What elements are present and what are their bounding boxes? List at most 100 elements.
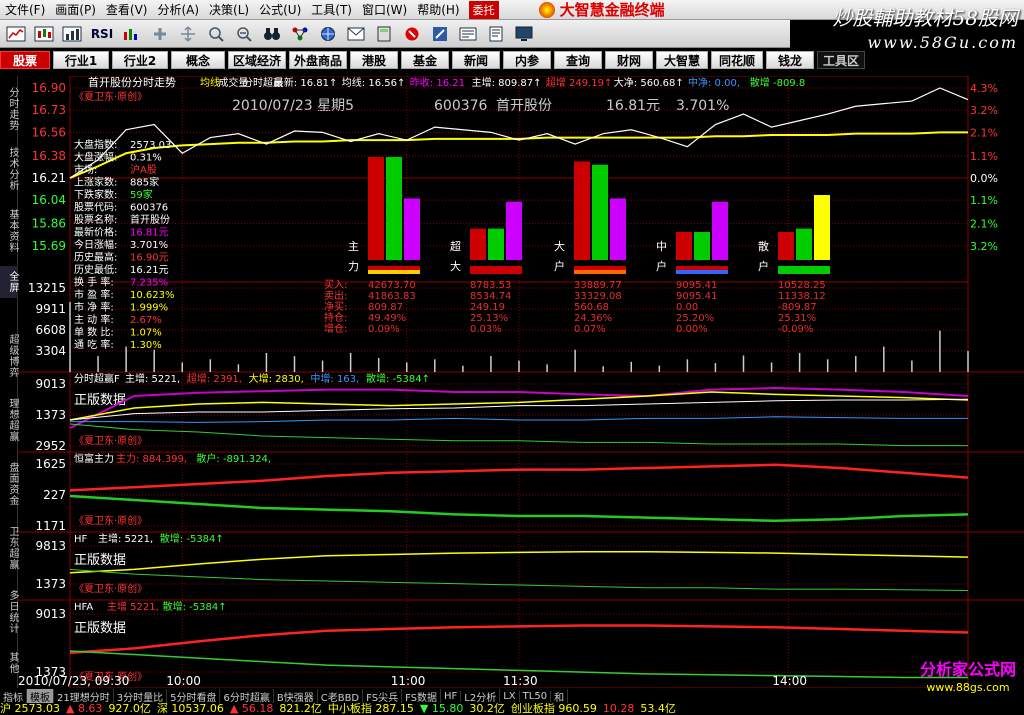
indicator-tab[interactable]: 模板	[27, 688, 54, 704]
flow-stat: 0.00	[676, 302, 698, 313]
info-label: 历史最高:	[74, 251, 117, 264]
flow-stripe	[574, 266, 626, 270]
indicator-tab[interactable]: 3分时量比	[114, 688, 168, 704]
menu-view[interactable]: 查看(V)	[101, 1, 153, 18]
document-icon[interactable]	[484, 24, 508, 44]
menu-analysis[interactable]: 分析(A)	[152, 1, 204, 18]
globe-icon[interactable]	[316, 24, 340, 44]
header-item-7: 超增 249.19↑	[546, 76, 613, 89]
brand-logo-icon	[538, 1, 555, 18]
indicator-tab[interactable]: L2分析	[461, 688, 501, 704]
block-tab-news[interactable]: 新闻	[452, 51, 500, 69]
panel3-item: 散增: -5384↑	[160, 532, 224, 545]
vtab-other[interactable]: 其他	[0, 648, 18, 678]
block-tab-industry1[interactable]: 行业1	[53, 51, 109, 69]
zoom-out-icon[interactable]	[232, 24, 256, 44]
indicator-tab[interactable]: 和	[551, 688, 569, 704]
block-tab-ths[interactable]: 同花顺	[711, 51, 763, 69]
chart-header-title: 首开股份分时走势	[88, 76, 176, 89]
panel3-author: 《夏卫东·原创》	[74, 582, 147, 595]
vtab-weidong[interactable]: 卫东超赢	[0, 520, 18, 576]
vtab-intraday[interactable]: 分时走势	[0, 82, 18, 136]
menu-formula[interactable]: 公式(U)	[254, 1, 306, 18]
flow-stat: 8534.74	[470, 291, 511, 302]
indicator-tab[interactable]: FS数据	[402, 688, 442, 704]
info-label: 通 吃 率:	[74, 338, 114, 351]
flow-stat: 0.09%	[368, 324, 400, 335]
indicator-tab[interactable]: HF	[441, 690, 462, 702]
block-tab-region[interactable]: 区域经济	[228, 51, 286, 69]
indicator-tab[interactable]: 指标	[0, 688, 27, 704]
indicator-tab[interactable]: FS尖兵	[363, 688, 403, 704]
flow-stat: 249.19	[470, 302, 505, 313]
vtab-fullscreen[interactable]: 全屏	[0, 266, 18, 298]
menu-window[interactable]: 窗口(W)	[357, 1, 412, 18]
block-tab-industry2[interactable]: 行业2	[112, 51, 168, 69]
status-item: 创业板指 960.59	[510, 703, 597, 715]
flow-label-bottom: 力	[348, 260, 359, 273]
indicator-tab[interactable]: B快强器	[274, 688, 318, 704]
rsi-indicator-button[interactable]: RSI	[88, 24, 116, 44]
indicator-tab[interactable]: 6分时超赢	[220, 688, 274, 704]
vtab-ideal-super[interactable]: 理想超赢	[0, 392, 18, 448]
indicator-bars-icon[interactable]	[120, 24, 144, 44]
kline-chart-icon[interactable]	[32, 24, 56, 44]
menu-tools[interactable]: 工具(T)	[306, 1, 357, 18]
network-icon[interactable]	[288, 24, 312, 44]
newspaper-icon[interactable]	[456, 24, 480, 44]
block-tab-insider[interactable]: 内参	[503, 51, 551, 69]
chart-area[interactable]: 首开股份分时走势 均线 成交量 分时超赢 最新: 16.81↑ 均线: 16.56↑ 昨收:…	[18, 75, 1024, 689]
trend-chart-icon[interactable]	[4, 24, 28, 44]
plus-icon[interactable]	[148, 24, 172, 44]
indicator-tab[interactable]: C老BBD	[318, 688, 364, 704]
intraday-chart[interactable]: 首开股份分时走势 均线成交量分时超赢最新: 16.81↑ 均线: 16.56↑ 昨收:…	[18, 75, 1024, 689]
vtab-fundamental[interactable]: 基本资料	[0, 204, 18, 258]
monitor-icon[interactable]	[512, 24, 536, 44]
menu-help[interactable]: 帮助(H)	[412, 1, 464, 18]
zoom-in-icon[interactable]	[204, 24, 228, 44]
block-tab-qianlong[interactable]: 钱龙	[766, 51, 814, 69]
block-tab-dzh[interactable]: 大智慧	[656, 51, 708, 69]
stock-date: 2010/07/23 星期5	[232, 98, 354, 114]
price-tick: 16.38	[32, 149, 66, 163]
block-tab-query[interactable]: 查询	[554, 51, 602, 69]
flow-label-top: 大	[554, 239, 565, 253]
pen-icon[interactable]	[428, 24, 452, 44]
menu-view-screen[interactable]: 画面(P)	[50, 1, 101, 18]
vtab-multi-day[interactable]: 多日统计	[0, 584, 18, 640]
info-value: 沪A股	[130, 163, 157, 176]
indicator-tab[interactable]: TL50	[520, 690, 552, 702]
trust-button[interactable]: 委托	[468, 0, 499, 19]
block-tab-stocks[interactable]: 股票	[0, 51, 50, 69]
flow-bar	[796, 228, 812, 260]
vtab-super-game[interactable]: 超级博弈	[0, 328, 18, 384]
block-tab-concept[interactable]: 概念	[171, 51, 225, 69]
menu-file[interactable]: 文件(F)	[0, 1, 50, 18]
binoculars-icon[interactable]	[260, 24, 284, 44]
menu-decision[interactable]: 决策(L)	[204, 1, 254, 18]
red-circle-icon[interactable]	[400, 24, 424, 44]
panel1-watermark: 正版数据	[74, 393, 126, 408]
vtab-technical[interactable]: 技术分析	[0, 142, 18, 196]
price-tick: 16.21	[32, 171, 66, 185]
info-label: 大盘涨幅:	[74, 151, 117, 164]
panel1-item: 超增: 2391,	[187, 372, 242, 385]
bar-chart-icon[interactable]	[60, 24, 84, 44]
volume-tick: 3304	[35, 344, 66, 358]
indicator-tab[interactable]: 5分时看盘	[167, 688, 221, 704]
block-tab-fund[interactable]: 基金	[401, 51, 449, 69]
block-tab-tools[interactable]: 工具区	[817, 51, 865, 69]
calculator-icon[interactable]	[372, 24, 396, 44]
panel1-axis: 9013	[35, 377, 66, 391]
block-tab-finance-web[interactable]: 财网	[605, 51, 653, 69]
flow-bar	[610, 198, 626, 260]
mail-icon[interactable]	[344, 24, 368, 44]
indicator-tab[interactable]: LX	[500, 690, 520, 702]
vtab-capital[interactable]: 盘面资金	[0, 456, 18, 512]
cross-arrows-icon[interactable]	[176, 24, 200, 44]
flow-bar	[592, 164, 608, 260]
block-tab-foreign-commodity[interactable]: 外盘商品	[289, 51, 347, 69]
flow-bar	[712, 201, 728, 260]
indicator-tab[interactable]: 21理想分时	[54, 688, 114, 704]
block-tab-hk[interactable]: 港股	[350, 51, 398, 69]
